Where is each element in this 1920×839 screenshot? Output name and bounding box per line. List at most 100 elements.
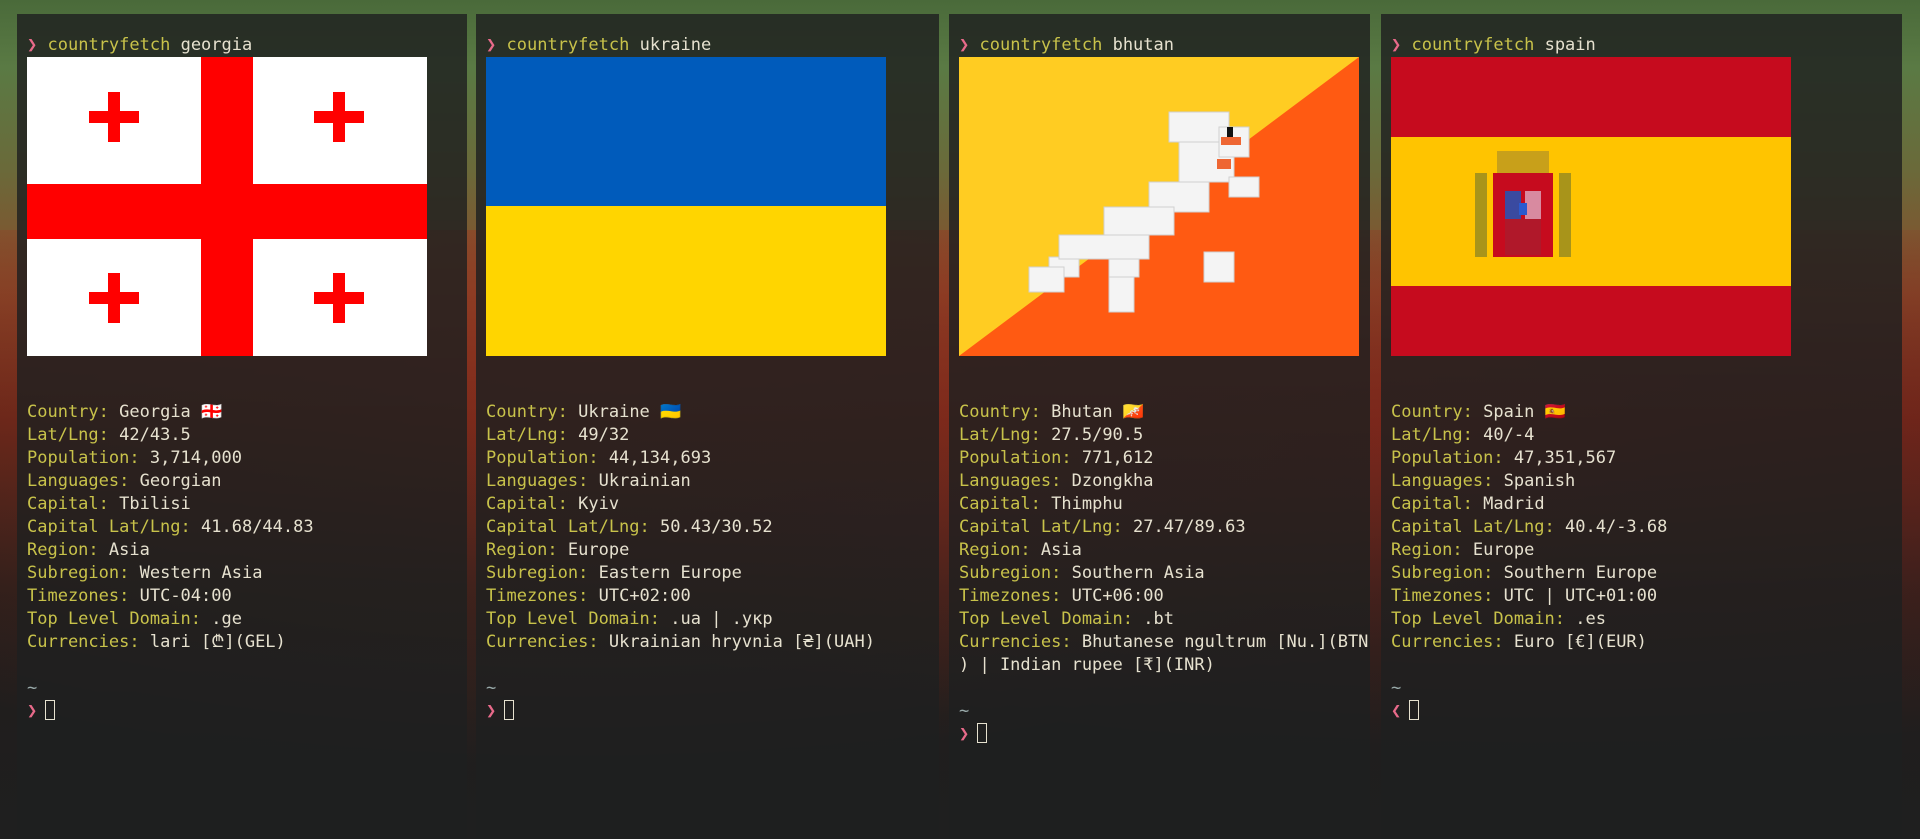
info-key: Capital Lat/Lng: bbox=[27, 517, 191, 537]
info-row-subregion: Subregion: Western Asia bbox=[27, 562, 457, 585]
country-info: Country: Bhutan 🇧🇹 Lat/Lng: 27.5/90.5 Po… bbox=[959, 401, 1368, 677]
prompt-chevron-icon: ❮ bbox=[1391, 701, 1402, 721]
input-prompt[interactable]: ❯ bbox=[486, 700, 929, 723]
info-key: Capital Lat/Lng: bbox=[1391, 517, 1555, 537]
info-row-subregion: Subregion: Southern Europe bbox=[1391, 562, 1892, 585]
info-row-languages: Languages: Dzongkha bbox=[959, 470, 1360, 493]
info-key: Region: bbox=[1391, 540, 1463, 560]
command-line: ❯ countryfetch bhutan bbox=[959, 34, 1360, 57]
info-value: lari [₾](GEL) bbox=[149, 632, 286, 652]
cwd-tilde: ~ bbox=[1391, 678, 1402, 698]
info-value: 40.4/-3.68 bbox=[1565, 517, 1668, 537]
info-key: Top Level Domain: bbox=[486, 609, 660, 629]
info-row-latlng: Lat/Lng: 40/-4 bbox=[1391, 424, 1892, 447]
info-row-latlng: Lat/Lng: 49/32 bbox=[486, 424, 929, 447]
info-key: Currencies: bbox=[27, 632, 140, 652]
info-key: Languages: bbox=[1391, 471, 1494, 491]
info-row-timezones: Timezones: UTC+06:00 bbox=[959, 585, 1360, 608]
info-key: Country: bbox=[1391, 402, 1473, 422]
info-value: 27.5/90.5 bbox=[1051, 425, 1144, 445]
info-row-timezones: Timezones: UTC+02:00 bbox=[486, 585, 929, 608]
prompt-chevron-icon: ❯ bbox=[486, 35, 497, 55]
bhutan-flag-icon bbox=[959, 57, 1359, 356]
info-key: Population: bbox=[1391, 448, 1504, 468]
info-value: Asia bbox=[108, 540, 150, 560]
info-key: Languages: bbox=[486, 471, 589, 491]
info-value: 42/43.5 bbox=[119, 425, 191, 445]
info-row-capital-latlng: Capital Lat/Lng: 50.43/30.52 bbox=[486, 516, 929, 539]
info-row-currencies-wrap: ) | Indian rupee [₹](INR) bbox=[959, 654, 1360, 677]
command-name: countryfetch bbox=[1411, 35, 1535, 55]
info-key: Currencies: bbox=[1391, 632, 1504, 652]
info-value: .ge bbox=[211, 609, 242, 629]
info-key: Country: bbox=[959, 402, 1041, 422]
info-value: UTC-04:00 bbox=[139, 586, 232, 606]
info-value: 49/32 bbox=[578, 425, 630, 445]
info-row-country: Country: Spain 🇪🇸 bbox=[1391, 401, 1892, 424]
info-key: Currencies: bbox=[486, 632, 599, 652]
info-value: Tbilisi bbox=[119, 494, 191, 514]
info-row-timezones: Timezones: UTC | UTC+01:00 bbox=[1391, 585, 1892, 608]
info-row-languages: Languages: Ukrainian bbox=[486, 470, 929, 493]
info-key: Top Level Domain: bbox=[959, 609, 1133, 629]
command-name: countryfetch bbox=[979, 35, 1103, 55]
info-key: Timezones: bbox=[959, 586, 1062, 606]
info-value: Eastern Europe bbox=[598, 563, 742, 583]
info-row-currencies: Currencies: Bhutanese ngultrum [Nu.](BTN bbox=[959, 631, 1368, 654]
command-name: countryfetch bbox=[506, 35, 630, 55]
info-row-languages: Languages: Spanish bbox=[1391, 470, 1892, 493]
info-row-capital: Capital: Tbilisi bbox=[27, 493, 457, 516]
info-value: UTC+02:00 bbox=[598, 586, 691, 606]
prompt-chevron-icon: ❯ bbox=[27, 701, 38, 721]
info-row-capital: Capital: Madrid bbox=[1391, 493, 1892, 516]
terminal-pane-ukraine[interactable]: ❯ countryfetch ukraine Country: Ukraine … bbox=[476, 14, 939, 839]
info-key: Languages: bbox=[27, 471, 130, 491]
info-row-region: Region: Europe bbox=[1391, 539, 1892, 562]
info-key: Lat/Lng: bbox=[1391, 425, 1473, 445]
input-prompt[interactable]: ❯ bbox=[959, 723, 1360, 746]
info-value: 771,612 bbox=[1081, 448, 1154, 468]
info-key: Capital Lat/Lng: bbox=[486, 517, 650, 537]
info-value: Bhutanese ngultrum [Nu.](BTN bbox=[1081, 632, 1369, 652]
info-value: Europe bbox=[1472, 540, 1535, 560]
info-row-region: Region: Asia bbox=[27, 539, 457, 562]
info-value: Dzongkha bbox=[1071, 471, 1154, 491]
info-value: Georgian bbox=[139, 471, 222, 491]
prompt-chevron-icon: ❯ bbox=[27, 35, 38, 55]
input-prompt[interactable]: ❯ bbox=[27, 700, 457, 723]
info-value: 47,351,567 bbox=[1513, 448, 1617, 468]
info-key: Subregion: bbox=[1391, 563, 1494, 583]
command-line: ❯ countryfetch georgia bbox=[27, 34, 457, 57]
info-key: Region: bbox=[486, 540, 558, 560]
info-value: Madrid bbox=[1483, 494, 1545, 514]
info-row-population: Population: 47,351,567 bbox=[1391, 447, 1892, 470]
info-key: Subregion: bbox=[486, 563, 589, 583]
info-key: Lat/Lng: bbox=[27, 425, 109, 445]
info-value: 50.43/30.52 bbox=[660, 517, 773, 537]
terminal-pane-spain[interactable]: ❯ countryfetch spain Country: Spain 🇪🇸 L… bbox=[1381, 14, 1902, 839]
info-row-population: Population: 771,612 bbox=[959, 447, 1360, 470]
info-key: Population: bbox=[959, 448, 1072, 468]
info-key: Lat/Lng: bbox=[959, 425, 1041, 445]
info-value: UTC+06:00 bbox=[1071, 586, 1164, 606]
command-argument: spain bbox=[1544, 35, 1596, 55]
terminal-pane-georgia[interactable]: ❯ countryfetch georgia Country: Georgia … bbox=[17, 14, 467, 839]
command-line: ❯ countryfetch spain bbox=[1391, 34, 1892, 57]
cwd-tilde: ~ bbox=[486, 678, 497, 698]
info-key: Capital: bbox=[1391, 494, 1473, 514]
info-row-capital-latlng: Capital Lat/Lng: 41.68/44.83 bbox=[27, 516, 457, 539]
country-info: Country: Ukraine 🇺🇦 Lat/Lng: 49/32 Popul… bbox=[486, 401, 929, 654]
command-argument: bhutan bbox=[1112, 35, 1174, 55]
info-value: .bt bbox=[1143, 609, 1174, 629]
input-prompt[interactable]: ❮ bbox=[1391, 700, 1892, 723]
info-key: Subregion: bbox=[27, 563, 130, 583]
cursor bbox=[1409, 700, 1420, 720]
cursor bbox=[45, 700, 56, 720]
spain-flag-icon bbox=[1391, 57, 1791, 356]
cwd-tilde: ~ bbox=[27, 678, 38, 698]
info-key: Population: bbox=[486, 448, 599, 468]
terminal-pane-bhutan[interactable]: ❯ countryfetch bhutan Country: Bhutan 🇧🇹… bbox=[949, 14, 1370, 839]
info-value: Thimphu bbox=[1051, 494, 1123, 514]
command-argument: ukraine bbox=[639, 35, 712, 55]
info-row-country: Country: Bhutan 🇧🇹 bbox=[959, 401, 1360, 424]
